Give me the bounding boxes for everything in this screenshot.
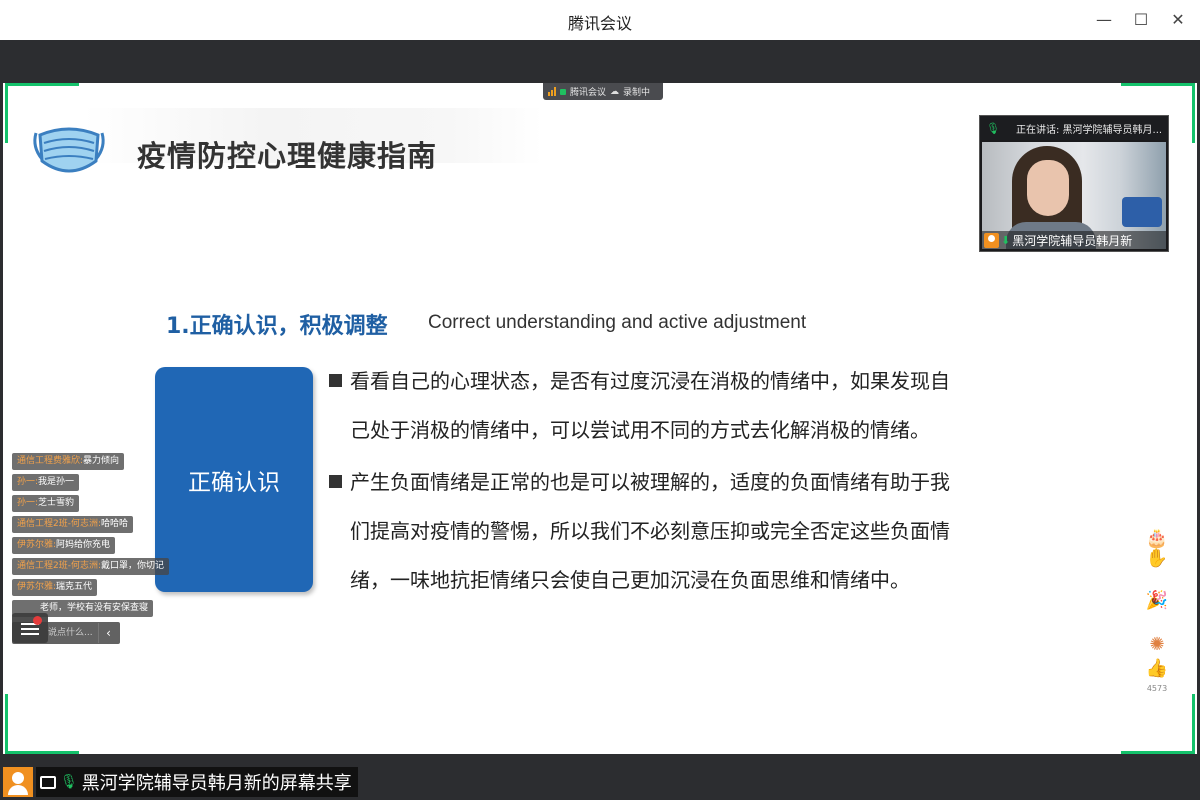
bullet-2-line-1: 产生负面情绪是正常的也是可以被理解的，适度的负面情绪有助于我 xyxy=(350,470,950,494)
bullet-1: 看看自己的心理状态，是否有过度沉浸在消极的情绪中，如果发现自 己处于消极的情绪中… xyxy=(329,357,1029,455)
bullet-2: 产生负面情绪是正常的也是可以被理解的，适度的负面情绪有助于我 们提高对疫情的警惕… xyxy=(329,458,1029,605)
close-button[interactable]: ✕ xyxy=(1166,8,1190,32)
maximize-button[interactable]: ☐ xyxy=(1129,8,1153,32)
meeting-app-label: 腾讯会议 xyxy=(570,88,607,98)
speaker-face xyxy=(1027,160,1069,216)
chat-toggle-button[interactable] xyxy=(12,613,48,643)
speaker-name: 黑河学院辅导员韩月新 xyxy=(1012,233,1133,248)
bullet-1-line-2: 己处于消极的情绪中，可以尝试用不同的方式去化解消极的情绪。 xyxy=(350,418,930,442)
chat-message: 伊苏尔雅:瑞克五代 xyxy=(12,579,98,596)
user-avatar-icon xyxy=(984,232,999,248)
bullet-1-line-1: 看看自己的心理状态，是否有过度沉浸在消极的情绪中，如果发现自 xyxy=(350,369,950,393)
topic-box: 正确认识 xyxy=(155,367,313,592)
speaking-label: 正在讲话: 黑河学院辅导员韩月... xyxy=(1015,124,1163,136)
thumbs-up-icon[interactable]: 👍 xyxy=(1143,658,1171,679)
share-corner-bottom-left xyxy=(5,694,79,754)
chat-message: 通信工程2班-何志洲:哈哈哈 xyxy=(12,516,134,533)
chat-message: 通信工程费雅欣:暴力倾向 xyxy=(12,453,125,470)
cake-icon[interactable]: 🎂 xyxy=(1143,528,1171,549)
hand-icon[interactable]: ✋ xyxy=(1143,548,1171,569)
square-bullet-icon xyxy=(329,475,342,488)
slide-title: 疫情防控心理健康指南 xyxy=(137,139,438,173)
bullet-2-line-3: 绪，一味地抗拒情绪只会使自己更加沉浸在负面思维和情绪中。 xyxy=(350,568,910,592)
section-heading: 1.正确认识，积极调整 xyxy=(166,314,388,339)
speaker-video-tile[interactable]: 🎙 正在讲话: 黑河学院辅导员韩月... ⬇ 黑河学院辅导员韩月新 xyxy=(979,115,1169,252)
recording-label: 录制中 xyxy=(623,88,651,98)
chat-overlay: 通信工程费雅欣:暴力倾向 孙一:我是孙一 孙一:芝士雪豹 通信工程2班-何志洲:… xyxy=(12,448,170,617)
screen-share-label: 🎙 黑河学院辅导员韩月新的屏幕共享 xyxy=(3,767,358,797)
face-mask-icon xyxy=(33,127,105,173)
chat-message: 伊苏尔雅:阿妈给你充电 xyxy=(12,537,116,554)
speaker-name-bar: ⬇ 黑河学院辅导员韩月新 xyxy=(982,231,1166,249)
square-bullet-icon xyxy=(329,374,342,387)
topic-box-label: 正确认识 xyxy=(188,469,280,496)
mic-icon: 🎙 xyxy=(60,774,78,790)
meeting-status-icon xyxy=(560,88,566,95)
screen-share-label-box: 🎙 黑河学院辅导员韩月新的屏幕共享 xyxy=(36,767,358,797)
chat-message: 孙一:我是孙一 xyxy=(12,474,80,491)
screen-share-icon xyxy=(40,775,56,789)
bullet-2-line-2: 们提高对疫情的警惕，所以我们不必刻意压抑或完全否定这些负面情 xyxy=(350,519,950,543)
section-heading-english: Correct understanding and active adjustm… xyxy=(428,312,807,333)
like-count: 4573 xyxy=(1146,684,1168,693)
fireworks-icon[interactable]: ✺ xyxy=(1143,634,1171,655)
party-popper-icon[interactable]: 🎉 xyxy=(1143,590,1171,611)
background-sofa xyxy=(1122,197,1162,227)
window-titlebar: 腾讯会议 — ☐ ✕ xyxy=(0,0,1200,40)
speaking-indicator: 🎙 正在讲话: 黑河学院辅导员韩月... xyxy=(980,116,1168,140)
share-corner-bottom-right xyxy=(1121,694,1195,754)
shared-screen: 腾讯会议 ☁ 录制中 疫情防控心理健康指南 🎙 正在讲话: 黑河学院辅导员韩月.… xyxy=(3,83,1197,754)
chat-collapse-button[interactable]: ‹ xyxy=(98,623,118,643)
window-title: 腾讯会议 xyxy=(567,14,632,33)
user-avatar-icon xyxy=(3,767,33,797)
signal-bars-icon xyxy=(548,87,556,96)
minimize-button[interactable]: — xyxy=(1092,8,1116,32)
unread-dot-icon xyxy=(33,616,42,625)
recording-indicator[interactable]: 腾讯会议 ☁ 录制中 xyxy=(543,83,663,100)
chat-message: 孙一:芝士雪豹 xyxy=(12,495,80,512)
chat-message: 通信工程2班-何志洲:戴口罩，你切记 xyxy=(12,558,170,575)
mic-icon: ⬇ xyxy=(1001,233,1011,247)
screen-share-text: 黑河学院辅导员韩月新的屏幕共享 xyxy=(81,773,352,794)
cloud-icon: ☁ xyxy=(610,86,620,97)
mic-icon: 🎙 xyxy=(986,121,1000,135)
top-band xyxy=(3,40,1197,83)
